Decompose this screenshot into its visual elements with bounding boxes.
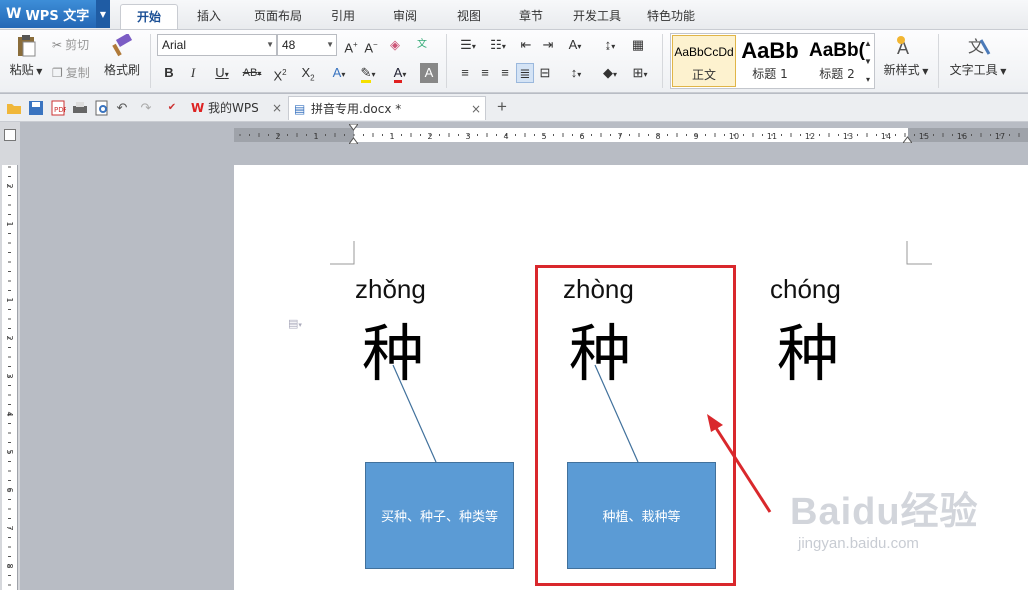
watermark-url: jingyan.baidu.com (798, 535, 919, 552)
baidu-watermark: Baidu经验 jingyan.baidu.com (790, 480, 1020, 580)
watermark-brand: Baidu经验 (790, 491, 979, 533)
